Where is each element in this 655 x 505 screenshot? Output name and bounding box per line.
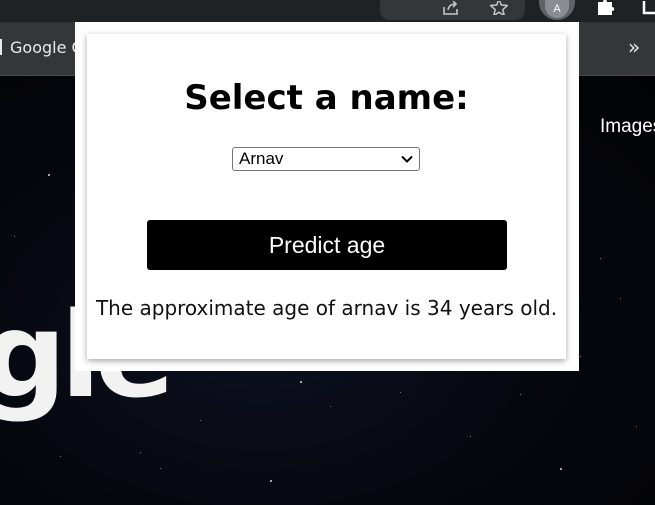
star [600,258,601,259]
puzzle-extension-icon[interactable] [595,0,617,16]
star [140,452,141,453]
star [620,298,621,299]
star [400,392,401,393]
bookmark-label: Google C [10,38,83,57]
share-icon[interactable] [440,0,462,16]
predict-age-button[interactable]: Predict age [147,220,507,270]
star [580,356,581,357]
star [48,174,50,176]
bookmarks-overflow-button[interactable]: » [628,35,640,59]
chevron-down-icon [401,155,413,163]
star [470,436,471,437]
star [14,236,15,237]
result-text: The approximate age of arnav is 34 years… [95,296,558,320]
popup-title: Select a name: [184,78,469,118]
extension-popup: Select a name: Arnav Predict age The app… [75,22,579,371]
name-select[interactable]: Arnav [232,147,420,171]
name-select-value: Arnav [239,149,284,168]
star [200,420,201,421]
star-icon[interactable] [488,0,510,16]
browser-toolbar: A [0,0,655,22]
popup-card: Select a name: Arnav Predict age The app… [87,34,566,359]
star [636,426,637,427]
bookmark-google[interactable]: Google C [0,38,83,57]
star [60,456,61,457]
images-link[interactable]: Images [600,116,655,138]
profile-initial: A [545,0,569,18]
bookmark-separator [0,39,2,55]
star [560,468,562,470]
star [330,406,331,407]
star [520,394,521,395]
star [160,468,161,469]
profile-avatar[interactable]: A [539,0,575,20]
side-panel-icon[interactable] [640,0,655,16]
star [270,480,272,482]
star [300,381,302,383]
